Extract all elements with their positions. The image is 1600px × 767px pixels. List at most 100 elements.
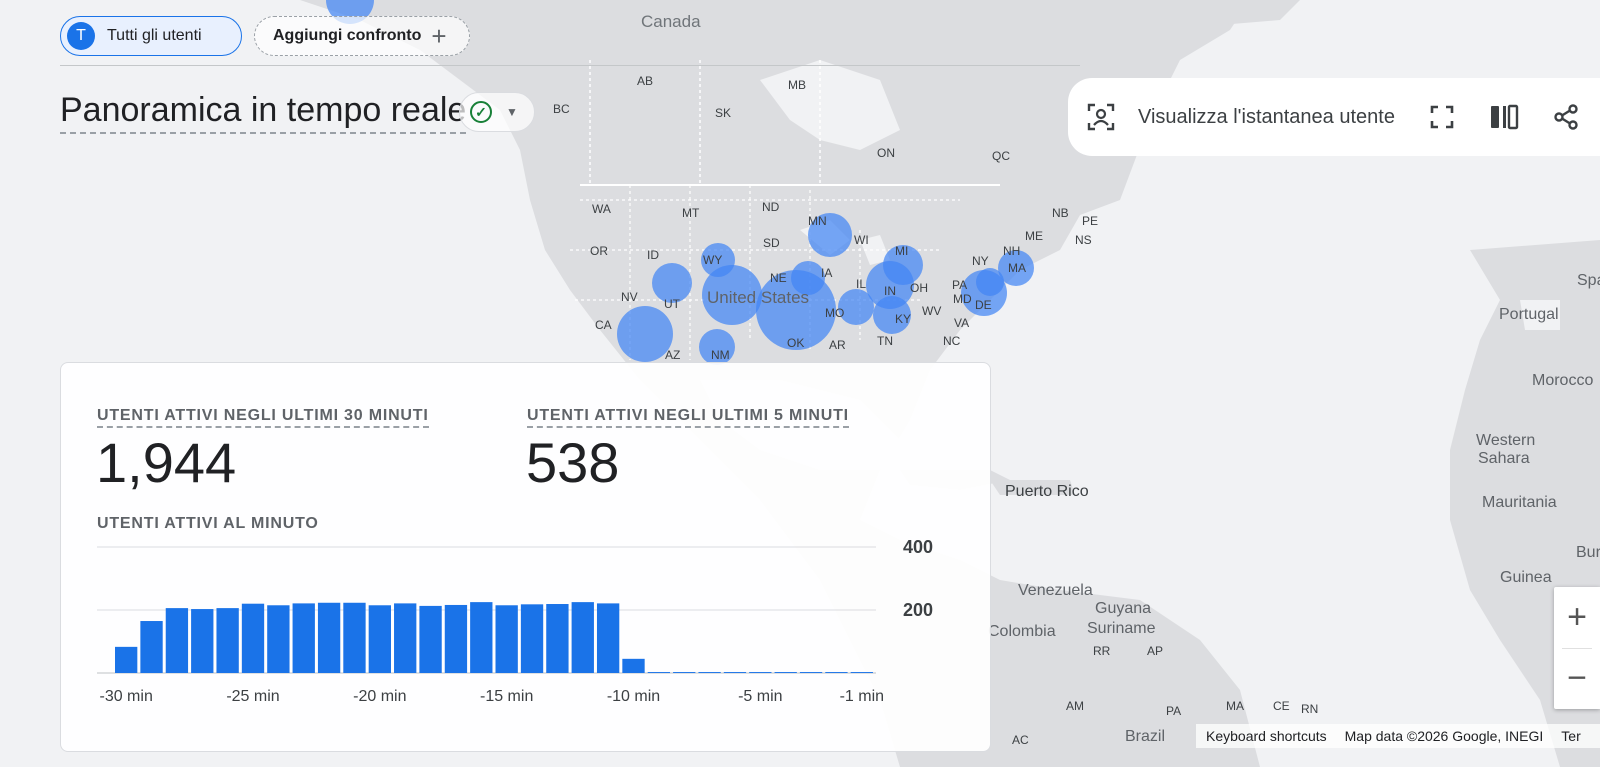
bar [825, 672, 848, 673]
map-label-guyana: Guyana [1095, 600, 1152, 617]
split-view-icon[interactable] [1489, 104, 1519, 130]
page-title[interactable]: Panoramica in tempo reale [60, 90, 467, 134]
map-label-ar: AR [829, 338, 846, 352]
all-users-chip[interactable]: T Tutti gli utenti [60, 16, 242, 56]
map-label-qc: QC [992, 149, 1010, 163]
check-circle-icon: ✓ [470, 101, 492, 123]
map-label-portugal: Portugal [1499, 306, 1559, 323]
map-label-or: OR [590, 244, 608, 258]
map-label-western-sahara-2: Sahara [1478, 450, 1530, 467]
map-label-bc: BC [553, 102, 570, 116]
map-label-rn: RN [1301, 702, 1319, 716]
add-comparison-label: Aggiungi confronto [273, 27, 422, 44]
map-label-ne: NE [770, 271, 787, 285]
plus-icon: + [431, 21, 447, 51]
y-tick-label: 400 [903, 537, 933, 557]
bar [774, 672, 797, 673]
x-tick-label: -25 min [226, 688, 279, 705]
bar [850, 672, 873, 673]
bar [546, 604, 569, 673]
map-label-ut: UT [664, 297, 680, 311]
user-snapshot-icon[interactable] [1086, 102, 1116, 132]
map-label-sd: SD [763, 236, 780, 250]
x-tick-label: -1 min [840, 688, 884, 705]
map-label-wv: WV [922, 304, 942, 318]
map-label-pa-br: PA [1166, 704, 1182, 718]
zoom-in-button[interactable]: + [1554, 587, 1600, 648]
map-attribution: Keyboard shortcuts Map data ©2026 Google… [1196, 724, 1600, 748]
bar [723, 672, 747, 673]
map-label-de: DE [975, 298, 992, 312]
map-label-wy: WY [703, 253, 723, 267]
map-label-ky: KY [895, 312, 912, 326]
keyboard-shortcuts-link[interactable]: Keyboard shortcuts [1206, 728, 1327, 744]
map-label-ac: AC [1012, 733, 1029, 747]
caret-down-icon: ▼ [506, 105, 518, 119]
map-label-pa: PA [952, 278, 968, 292]
map-label-va: VA [954, 316, 970, 330]
map-label-ns: NS [1075, 233, 1092, 247]
fullscreen-icon[interactable] [1429, 104, 1455, 130]
x-tick-label: -5 min [738, 688, 782, 705]
bar [749, 672, 772, 673]
map-label-venezuela: Venezuela [1018, 582, 1093, 599]
header-divider [60, 65, 1080, 66]
bar [368, 605, 391, 673]
bar [799, 672, 823, 673]
bar [698, 672, 721, 673]
map-label-spain: Spa [1577, 272, 1600, 289]
map-label-nb: NB [1052, 206, 1069, 220]
bar [317, 602, 341, 673]
user-snapshot-button[interactable]: Visualizza l'istantanea utente [1138, 106, 1395, 129]
report-status-dropdown[interactable]: ✓ ▼ [459, 92, 535, 132]
map-label-md: MD [953, 292, 972, 306]
map-label-ma-br: MA [1226, 699, 1244, 713]
map-label-nh: NH [1003, 244, 1021, 258]
bar [115, 646, 138, 673]
map-label-pe: PE [1082, 214, 1099, 228]
map-label-mn: MN [808, 214, 827, 228]
map-label-western-sahara: Western [1476, 432, 1536, 449]
add-comparison-button[interactable]: Aggiungi confronto + [254, 16, 470, 56]
bar [444, 604, 468, 673]
y-tick-label: 200 [903, 600, 933, 620]
map-label-suriname: Suriname [1087, 620, 1156, 637]
all-users-label: Tutti gli utenti [107, 27, 202, 44]
map-label-ok: OK [787, 336, 805, 350]
map-data-credit: Map data ©2026 Google, INEGI [1344, 728, 1544, 744]
bar [343, 602, 366, 673]
bar [394, 603, 417, 673]
map-label-puerto-rico: Puerto Rico [1005, 483, 1089, 500]
bar [673, 672, 696, 673]
map-label-mb: MB [788, 78, 806, 92]
map-label-nv: NV [621, 290, 638, 304]
bar [571, 602, 594, 673]
bar [292, 603, 315, 673]
map-label-burkina: Bur [1576, 544, 1600, 561]
report-actions-bar: Visualizza l'istantanea utente [1068, 78, 1600, 156]
map-label-nm: NM [711, 348, 730, 362]
map-label-ca: CA [595, 318, 612, 332]
x-tick-label: -15 min [480, 688, 533, 705]
map-label-wa: WA [592, 202, 611, 216]
map-label-colombia: Colombia [988, 623, 1056, 640]
x-tick-label: -20 min [353, 688, 406, 705]
bar [165, 608, 189, 673]
zoom-out-button[interactable]: − [1554, 648, 1600, 709]
map-label-az: AZ [665, 348, 681, 362]
map-label-ap: AP [1147, 644, 1164, 658]
map-label-ce: CE [1273, 699, 1290, 713]
share-icon[interactable] [1553, 104, 1579, 130]
map-label-am: AM [1066, 699, 1084, 713]
map-label-mauritania: Mauritania [1482, 494, 1557, 511]
map-label-in: IN [884, 284, 896, 298]
map-label-id: ID [647, 248, 659, 262]
bar [622, 658, 645, 673]
map-label-nd: ND [762, 200, 780, 214]
x-tick-label: -30 min [99, 688, 152, 705]
map-label-canada: Canada [641, 12, 701, 31]
x-tick-label: -10 min [607, 688, 660, 705]
map-zoom-control: + − [1554, 587, 1600, 709]
terms-link[interactable]: Ter [1561, 728, 1580, 744]
bar [191, 609, 214, 673]
